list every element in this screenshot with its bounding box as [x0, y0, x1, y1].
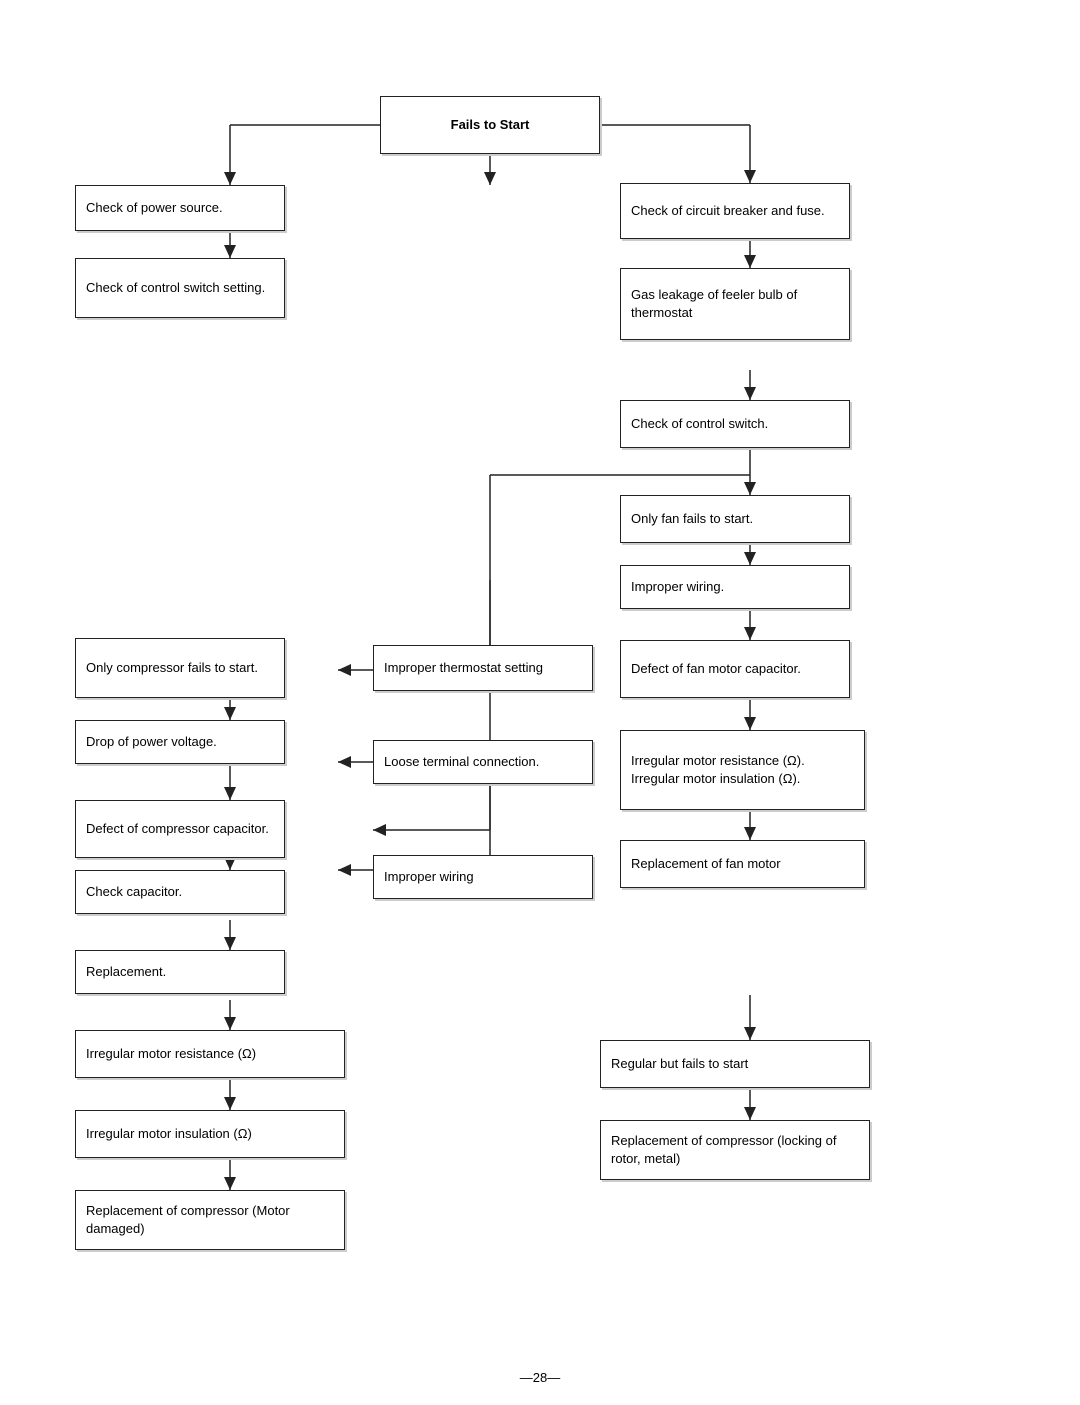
check-control-switch-box: Check of control switch. — [620, 400, 850, 448]
flowchart: Fails to Start Check of power source. Ch… — [0, 0, 1080, 1360]
replacement-compressor-motor-box: Replacement of compressor (Motor damaged… — [75, 1190, 345, 1250]
only-fan-fails-box: Only fan fails to start. — [620, 495, 850, 543]
defect-compressor-cap-box: Defect of compressor capacitor. — [75, 800, 285, 858]
irregular-motor-right-box: Irregular motor resistance (Ω). Irregula… — [620, 730, 865, 810]
check-control-switch-setting-box: Check of control switch setting. — [75, 258, 285, 318]
defect-fan-capacitor-box: Defect of fan motor capacitor. — [620, 640, 850, 698]
irregular-motor-insulation-bottom-box: Irregular motor insulation (Ω) — [75, 1110, 345, 1158]
page-number: —28— — [0, 1360, 1080, 1405]
replacement-compressor-rotor-box: Replacement of compressor (locking of ro… — [600, 1120, 870, 1180]
check-power-box: Check of power source. — [75, 185, 285, 231]
replacement-box: Replacement. — [75, 950, 285, 994]
replacement-fan-motor-box: Replacement of fan motor — [620, 840, 865, 888]
check-circuit-breaker-box: Check of circuit breaker and fuse. — [620, 183, 850, 239]
drop-power-voltage-box: Drop of power voltage. — [75, 720, 285, 764]
improper-wiring-right-box: Improper wiring. — [620, 565, 850, 609]
page: Fails to Start Check of power source. Ch… — [0, 0, 1080, 1405]
gas-leakage-box: Gas leakage of feeler bulb of thermostat — [620, 268, 850, 340]
regular-fails-box: Regular but fails to start — [600, 1040, 870, 1088]
check-capacitor-box: Check capacitor. — [75, 870, 285, 914]
irregular-motor-resistance-bottom-box: Irregular motor resistance (Ω) — [75, 1030, 345, 1078]
improper-thermostat-box: Improper thermostat setting — [373, 645, 593, 691]
fails-to-start-box: Fails to Start — [380, 96, 600, 154]
only-compressor-fails-box: Only compressor fails to start. — [75, 638, 285, 698]
improper-wiring-mid-box: Improper wiring — [373, 855, 593, 899]
loose-terminal-box: Loose terminal connection. — [373, 740, 593, 784]
